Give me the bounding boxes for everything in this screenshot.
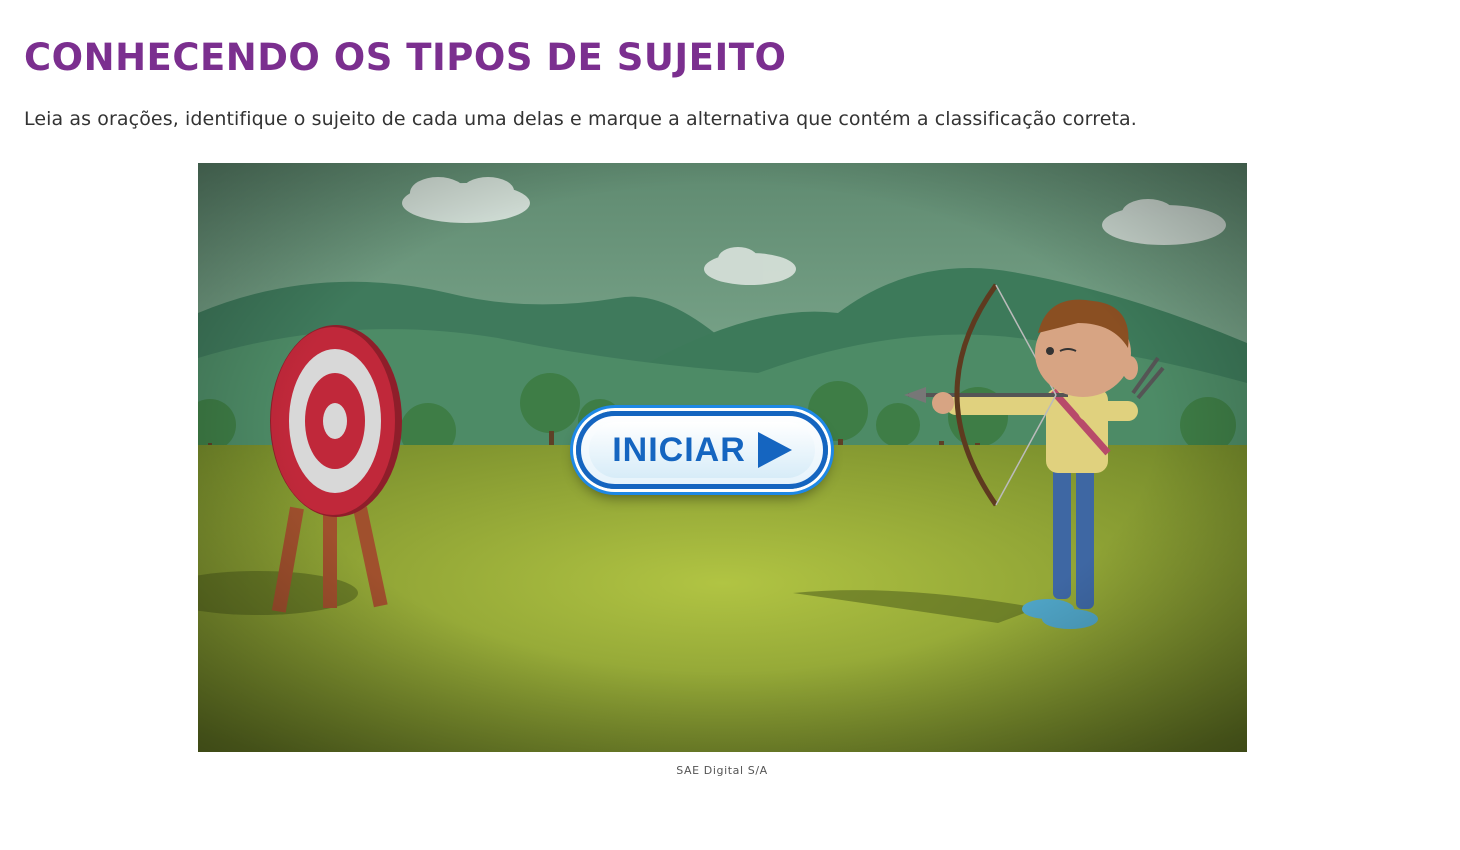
start-button-label: INICIAR (612, 430, 746, 469)
page-title: CONHECENDO OS TIPOS DE SUJEITO (24, 36, 787, 79)
play-icon (757, 432, 792, 468)
image-credit: SAE Digital S/A (676, 764, 768, 777)
instructions-text: Leia as orações, identifique o sujeito d… (24, 108, 1137, 130)
start-button[interactable]: INICIAR (576, 411, 828, 489)
game-canvas[interactable]: INICIAR (198, 163, 1247, 752)
